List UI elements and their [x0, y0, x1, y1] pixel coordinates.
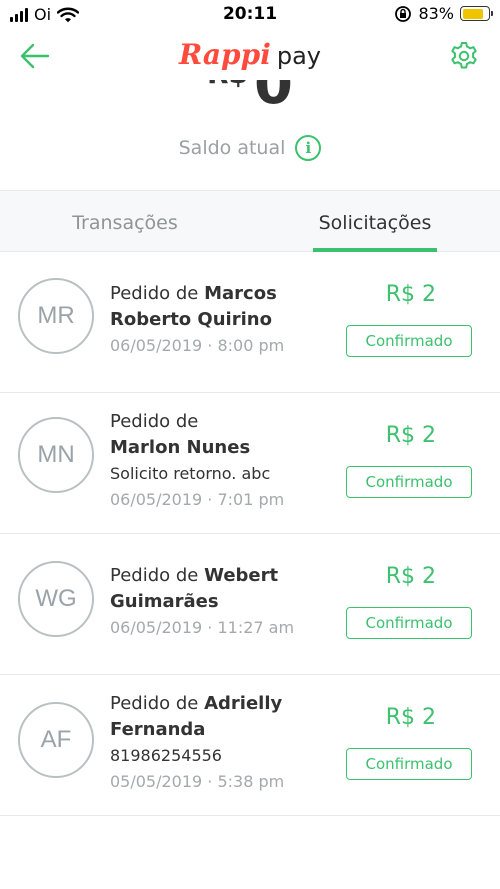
- request-prefix: Pedido de: [110, 693, 205, 714]
- avatar: AF: [18, 702, 94, 778]
- requester-last-name: Fernanda: [110, 719, 206, 740]
- request-prefix: Pedido de: [110, 411, 199, 432]
- request-title: Pedido de Adrielly: [110, 691, 340, 717]
- request-date: 06/05/2019 · 8:00 pm: [110, 336, 285, 355]
- battery-level: [462, 8, 484, 19]
- requester-first-name: Marcos: [204, 283, 277, 304]
- status-badge: Confirmado: [346, 325, 472, 357]
- list-item[interactable]: MN Pedido de Marlon Nunes Solicito retor…: [0, 393, 500, 534]
- status-right: 83%: [394, 4, 493, 23]
- battery-percent: 83%: [418, 4, 454, 23]
- balance-amount: R$ 0: [0, 80, 500, 117]
- request-title: Pedido de Marcos: [110, 281, 340, 307]
- request-title: Pedido de Webert: [110, 563, 340, 589]
- orientation-lock-icon: [395, 5, 412, 22]
- request-amount: R$ 2: [385, 423, 436, 448]
- request-details: Pedido de Marlon Nunes Solicito retorno.…: [110, 409, 340, 513]
- tab-bar: Transações Solicitações: [0, 190, 500, 252]
- avatar: MR: [18, 278, 94, 354]
- request-prefix: Pedido de: [110, 283, 205, 304]
- requester-last-name: Roberto Quirino: [110, 309, 272, 330]
- info-glyph: i: [305, 139, 312, 157]
- request-amount: R$ 2: [385, 282, 436, 307]
- gear-icon: [451, 42, 477, 69]
- balance-section: R$ 0 Saldo atual i: [0, 80, 500, 190]
- brand-name: Rappi: [178, 38, 271, 71]
- info-icon[interactable]: i: [295, 135, 322, 161]
- list-item[interactable]: AF Pedido de Adrielly Fernanda 819862545…: [0, 675, 500, 816]
- request-date: 05/05/2019 · 5:38 pm: [110, 772, 285, 791]
- tab-solicitacoes[interactable]: Solicitações: [250, 191, 500, 253]
- requester-name: Marlon Nunes: [110, 437, 251, 458]
- list-item[interactable]: WG Pedido de Webert Guimarães 06/05/2019…: [0, 534, 500, 675]
- status-badge: Confirmado: [346, 466, 472, 498]
- settings-button[interactable]: [448, 40, 480, 72]
- status-badge: Confirmado: [346, 607, 472, 639]
- requester-first-name: Adrielly: [204, 693, 283, 714]
- balance-label-row: Saldo atual i: [0, 135, 500, 161]
- request-note: Solicito retorno. abc: [110, 464, 271, 483]
- request-prefix: Pedido de: [110, 565, 205, 586]
- status-bar: Oi 20:11 83%: [0, 0, 500, 30]
- request-date: 06/05/2019 · 11:27 am: [110, 618, 295, 637]
- battery-icon: [460, 6, 493, 21]
- nav-header: Rappi pay: [0, 30, 500, 82]
- brand-logo: Rappi pay: [0, 38, 500, 71]
- requester-first-name: Webert: [204, 565, 279, 586]
- request-details: Pedido de Adrielly Fernanda 81986254556 …: [110, 691, 340, 795]
- status-badge: Confirmado: [346, 748, 472, 780]
- brand-suffix: pay: [276, 42, 321, 70]
- request-amount: R$ 2: [385, 705, 436, 730]
- request-list: MR Pedido de Marcos Roberto Quirino 06/0…: [0, 252, 500, 816]
- request-date: 06/05/2019 · 7:01 pm: [110, 490, 285, 509]
- request-amount: R$ 2: [385, 564, 436, 589]
- balance-currency: R$: [207, 80, 248, 90]
- balance-label: Saldo atual: [178, 137, 286, 159]
- avatar: MN: [18, 417, 94, 493]
- request-note: 81986254556: [110, 746, 222, 765]
- list-item[interactable]: MR Pedido de Marcos Roberto Quirino 06/0…: [0, 252, 500, 393]
- request-details: Pedido de Webert Guimarães 06/05/2019 · …: [110, 563, 340, 641]
- tab-transacoes[interactable]: Transações: [0, 191, 250, 253]
- request-details: Pedido de Marcos Roberto Quirino 06/05/2…: [110, 281, 340, 359]
- avatar: WG: [18, 561, 94, 637]
- balance-value: 0: [254, 80, 293, 117]
- requester-last-name: Guimarães: [110, 591, 219, 612]
